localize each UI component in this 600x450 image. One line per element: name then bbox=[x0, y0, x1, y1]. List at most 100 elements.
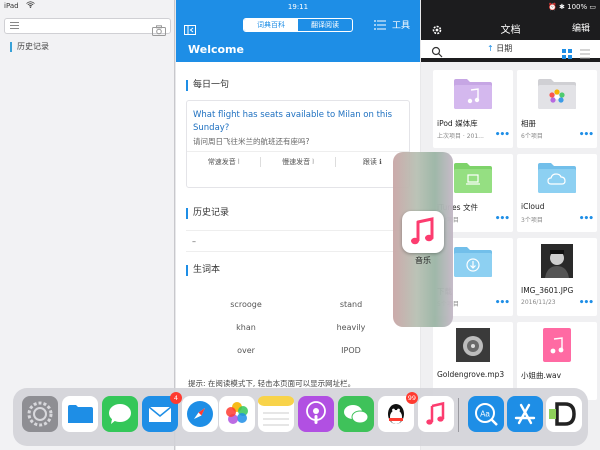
welcome-title: Welcome bbox=[188, 43, 244, 56]
music-app-label: 音乐 bbox=[415, 256, 431, 265]
svg-text:Aa: Aa bbox=[480, 410, 490, 419]
mode-segmented-control: 词典百科 翻译阅读 bbox=[243, 18, 353, 32]
more-icon[interactable]: ••• bbox=[579, 130, 594, 140]
music-app-icon[interactable] bbox=[402, 211, 444, 253]
sort-label: 日期 bbox=[496, 44, 513, 53]
vocab-section-title: 生词本 bbox=[186, 265, 220, 276]
file-name: iCloud bbox=[521, 202, 545, 211]
file-icloud[interactable]: iCloud 3个项目 ••• bbox=[517, 154, 597, 232]
file-name: IMG_3601.JPG bbox=[521, 286, 574, 295]
carrier-label: iPad bbox=[4, 2, 19, 10]
vocab-word[interactable]: stand bbox=[306, 300, 396, 309]
dictionary-app-icon[interactable]: Aa bbox=[468, 396, 504, 432]
qq-app-icon[interactable]: 99 bbox=[378, 392, 418, 432]
wifi-icon bbox=[26, 1, 35, 10]
normal-speed-label: 常速发音 bbox=[207, 158, 236, 166]
list-icon bbox=[374, 19, 386, 30]
grid-view-icon[interactable] bbox=[562, 44, 572, 59]
mail-badge: 4 bbox=[170, 392, 182, 404]
photo-thumbnail bbox=[541, 244, 573, 278]
pronunciation-actions: 常速发音 ⦚ 慢速发音 ⦚ 跟读 ℹ bbox=[187, 157, 409, 167]
ipad-screen: iPad 历史记录 19:11 词典百科 翻译阅读 工具 Welcome 每日一… bbox=[0, 0, 600, 450]
safari-app-icon[interactable] bbox=[182, 396, 218, 432]
mail-app-icon[interactable]: 4 bbox=[142, 392, 182, 432]
history-title: 历史记录 bbox=[10, 42, 49, 52]
history-entry[interactable]: – bbox=[186, 230, 410, 252]
search-icon[interactable] bbox=[431, 43, 443, 58]
photos-app-icon[interactable] bbox=[219, 396, 255, 432]
podcasts-app-icon[interactable] bbox=[298, 396, 334, 432]
wechat-app-icon[interactable] bbox=[338, 396, 374, 432]
file-meta: 3个项目 bbox=[521, 217, 543, 224]
slow-speed-button[interactable]: 慢速发音 ⦚ bbox=[261, 157, 334, 167]
battery-icon: ▭ bbox=[589, 3, 596, 11]
history-sidebar: iPad 历史记录 bbox=[0, 0, 175, 450]
more-icon[interactable]: ••• bbox=[495, 214, 510, 224]
messages-app-icon[interactable] bbox=[102, 396, 138, 432]
vocab-word[interactable]: IPOD bbox=[306, 346, 396, 355]
tools-label: 工具 bbox=[391, 21, 410, 31]
slow-speed-label: 慢速发音 bbox=[282, 158, 311, 166]
file-name: Goldengrove.mp3 bbox=[437, 370, 505, 379]
vocab-word[interactable]: over bbox=[201, 346, 291, 355]
vocab-list: scrooge stand khan heavily over IPOD bbox=[186, 287, 410, 367]
status-time: 19:11 bbox=[287, 3, 309, 11]
normal-speed-button[interactable]: 常速发音 ⦚ bbox=[187, 157, 260, 167]
menu-icon[interactable] bbox=[10, 22, 19, 30]
music-file-icon bbox=[543, 328, 571, 362]
files-toolbar: ↑ 日期 bbox=[421, 40, 600, 59]
repeat-after-label: 跟读 bbox=[362, 158, 377, 166]
daily-sentence-chinese: 请问周日飞往米兰的航班还有座吗? bbox=[193, 137, 310, 146]
tools-button[interactable]: 工具 bbox=[374, 18, 410, 31]
speaker-icon: ⦚ bbox=[312, 158, 314, 166]
file-name: iPod 媒体库 bbox=[437, 119, 478, 128]
app-store-icon[interactable] bbox=[507, 396, 543, 432]
edit-button[interactable]: 编辑 bbox=[572, 21, 590, 34]
search-bar[interactable] bbox=[4, 18, 171, 36]
qq-badge: 99 bbox=[405, 392, 418, 404]
file-ipod-library[interactable]: iPod 媒体库 上次项目 · 201... ••• bbox=[433, 70, 513, 148]
itunes-folder-icon bbox=[454, 163, 492, 193]
vocab-word[interactable]: scrooge bbox=[201, 300, 291, 309]
camera-icon[interactable] bbox=[152, 21, 166, 36]
vocab-word[interactable]: khan bbox=[201, 323, 291, 332]
daily-sentence-english[interactable]: What flight has seats available to Milan… bbox=[193, 109, 403, 135]
more-icon[interactable]: ••• bbox=[579, 214, 594, 224]
photos-folder-icon bbox=[538, 79, 576, 109]
dock-divider bbox=[458, 398, 459, 432]
more-icon[interactable]: ••• bbox=[495, 130, 510, 140]
file-name: 相册 bbox=[521, 119, 536, 128]
more-icon[interactable]: ••• bbox=[579, 298, 594, 308]
settings-app-icon[interactable] bbox=[22, 396, 58, 432]
divider bbox=[187, 151, 409, 152]
status-bar-left: iPad bbox=[0, 0, 175, 12]
sort-button[interactable]: ↑ 日期 bbox=[487, 43, 512, 54]
microphone-icon: ℹ bbox=[379, 158, 382, 166]
sidebar-toggle-icon[interactable] bbox=[184, 20, 196, 35]
file-meta: 2016/11/23 bbox=[521, 299, 556, 306]
file-img-3601[interactable]: IMG_3601.JPG 2016/11/23 ••• bbox=[517, 238, 597, 316]
battery-percent: 100% bbox=[567, 3, 588, 11]
album-art-thumbnail bbox=[456, 328, 490, 362]
dictionary-header: 19:11 词典百科 翻译阅读 工具 Welcome bbox=[176, 0, 420, 62]
history-section-title: 历史记录 bbox=[186, 208, 229, 219]
sort-arrow-icon: ↑ bbox=[487, 44, 494, 53]
more-icon[interactable]: ••• bbox=[495, 298, 510, 308]
download-folder-icon bbox=[454, 247, 492, 277]
file-photos[interactable]: 相册 6个项目 ••• bbox=[517, 70, 597, 148]
tab-translation[interactable]: 翻译阅读 bbox=[298, 19, 352, 31]
vocab-word[interactable]: heavily bbox=[306, 323, 396, 332]
list-view-icon[interactable] bbox=[580, 44, 590, 59]
icloud-folder-icon bbox=[538, 163, 576, 193]
file-meta: 6个项目 bbox=[521, 133, 543, 140]
tab-dictionary[interactable]: 词典百科 bbox=[244, 19, 298, 31]
music-dock-icon[interactable] bbox=[418, 396, 454, 432]
file-name: 小姐曲.wav bbox=[521, 371, 562, 380]
notes-app-icon[interactable] bbox=[258, 396, 294, 432]
files-app-icon[interactable] bbox=[62, 396, 98, 432]
bluetooth-icon: ✱ bbox=[559, 3, 565, 11]
status-bar-right: ⏰ ✱ 100% ▭ bbox=[548, 3, 596, 11]
speaker-icon: ⦚ bbox=[238, 158, 240, 166]
dict-d-app-icon[interactable] bbox=[546, 396, 582, 432]
dictionary-app: 19:11 词典百科 翻译阅读 工具 Welcome 每日一句 What fli… bbox=[176, 0, 420, 450]
